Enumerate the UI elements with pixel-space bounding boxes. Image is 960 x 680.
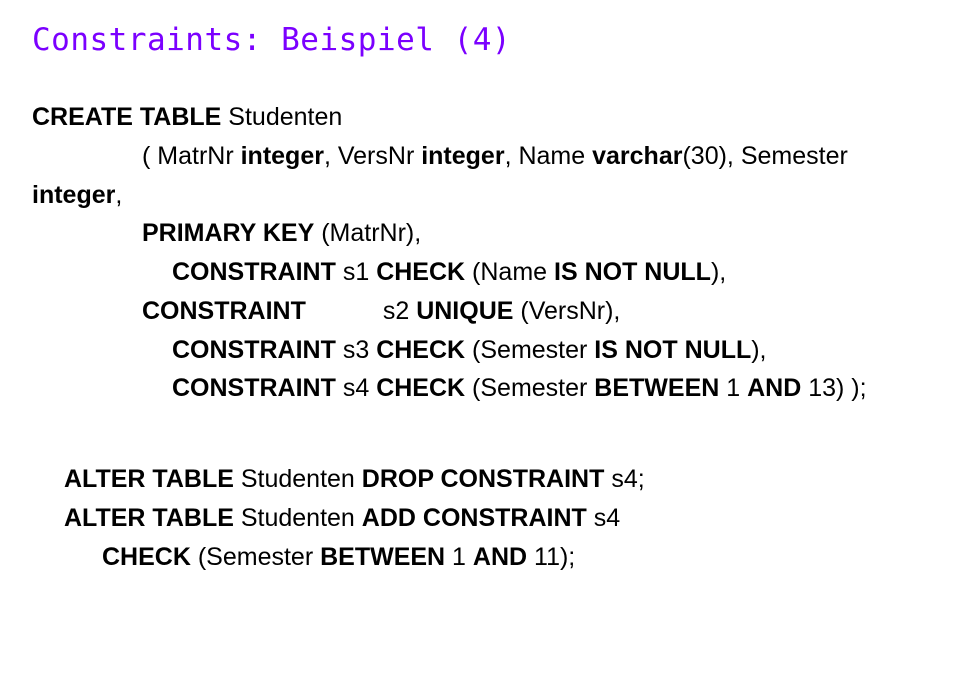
line-create: CREATE TABLE Studenten — [32, 98, 930, 137]
txt: (VersNr), — [513, 297, 620, 325]
line-alter-add: ALTER TABLE Studenten ADD CONSTRAINT s4 — [32, 499, 930, 538]
kw-add-constraint: ADD CONSTRAINT — [362, 504, 587, 532]
kw-notnull: IS NOT NULL — [594, 336, 751, 364]
txt: ), — [751, 336, 766, 364]
kw-primary-key: PRIMARY KEY — [142, 219, 314, 247]
c-name: s3 — [336, 336, 376, 364]
txt: , Name — [505, 142, 593, 170]
kw-constraint: CONSTRAINT — [172, 336, 336, 364]
line-c-s4: CONSTRAINT s4 CHECK (Semester BETWEEN 1 … — [32, 369, 930, 408]
txt: s4; — [604, 465, 644, 493]
txt: 13) ); — [801, 374, 866, 402]
kw-check: CHECK — [102, 543, 191, 571]
kw-create-table: CREATE TABLE — [32, 103, 221, 131]
kw-varchar: varchar — [592, 142, 682, 170]
kw-alter-table: ALTER TABLE — [64, 504, 234, 532]
txt: (Semester — [191, 543, 320, 571]
txt: (Semester — [465, 336, 594, 364]
kw-check: CHECK — [376, 374, 465, 402]
blank-line — [32, 434, 930, 460]
sql-block: CREATE TABLE Studenten ( MatrNr integer,… — [32, 98, 930, 576]
line-pk: PRIMARY KEY (MatrNr), — [32, 214, 930, 253]
kw-between: BETWEEN — [320, 543, 445, 571]
kw-constraint: CONSTRAINT — [142, 297, 306, 325]
kw-unique: UNIQUE — [416, 297, 513, 325]
tbl-name: Studenten — [221, 103, 342, 131]
txt: 1 — [719, 374, 747, 402]
txt: 1 — [445, 543, 473, 571]
slide-title: Constraints: Beispiel (4) — [32, 22, 930, 58]
kw-constraint: CONSTRAINT — [172, 374, 336, 402]
line-check-between: CHECK (Semester BETWEEN 1 AND 11); — [32, 538, 930, 577]
txt: ( MatrNr — [142, 142, 241, 170]
txt: (Name — [465, 258, 554, 286]
kw-integer: integer — [32, 181, 115, 209]
txt: (Semester — [465, 374, 594, 402]
kw-between: BETWEEN — [594, 374, 719, 402]
kw-constraint: CONSTRAINT — [172, 258, 336, 286]
blank-line — [32, 408, 930, 434]
kw-and: AND — [473, 543, 527, 571]
line-alter-drop: ALTER TABLE Studenten DROP CONSTRAINT s4… — [32, 460, 930, 499]
txt: (30), Semester — [682, 142, 847, 170]
line-c-s2: CONSTRAINT s2 UNIQUE (VersNr), — [32, 292, 930, 331]
line-c-s1: CONSTRAINT s1 CHECK (Name IS NOT NULL), — [32, 253, 930, 292]
kw-integer: integer — [421, 142, 504, 170]
kw-check: CHECK — [376, 336, 465, 364]
txt: Studenten — [234, 465, 362, 493]
txt: ), — [711, 258, 726, 286]
txt: , — [115, 181, 122, 209]
kw-alter-table: ALTER TABLE — [64, 465, 234, 493]
txt: s4 — [587, 504, 620, 532]
txt: (MatrNr), — [314, 219, 421, 247]
kw-and: AND — [747, 374, 801, 402]
kw-drop-constraint: DROP CONSTRAINT — [362, 465, 605, 493]
txt: 11); — [527, 543, 575, 571]
c-name: s4 — [336, 374, 376, 402]
kw-check: CHECK — [376, 258, 465, 286]
c-name: s1 — [336, 258, 376, 286]
line-columns: ( MatrNr integer, VersNr integer, Name v… — [32, 137, 930, 176]
c-name: s2 — [376, 297, 416, 325]
kw-integer: integer — [241, 142, 324, 170]
line-c-s3: CONSTRAINT s3 CHECK (Semester IS NOT NUL… — [32, 331, 930, 370]
line-integer-tail: integer, — [32, 176, 930, 215]
kw-notnull: IS NOT NULL — [554, 258, 711, 286]
txt: Studenten — [234, 504, 362, 532]
slide-page: Constraints: Beispiel (4) CREATE TABLE S… — [0, 0, 960, 680]
txt: , VersNr — [324, 142, 421, 170]
